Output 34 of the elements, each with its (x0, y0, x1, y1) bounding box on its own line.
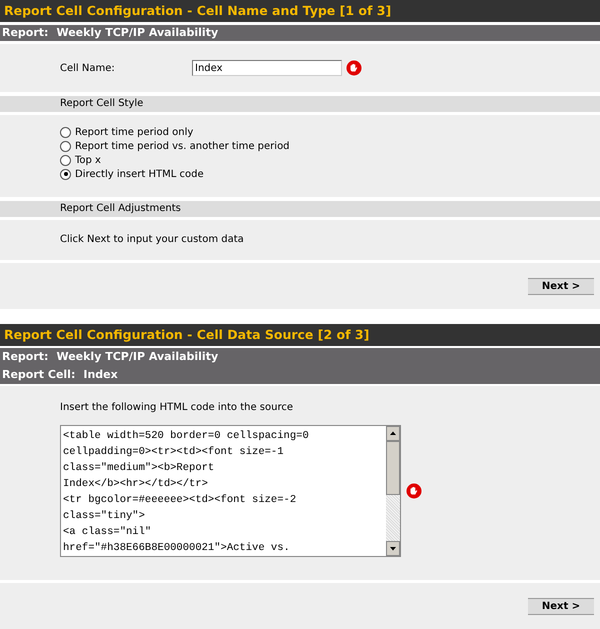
section-title: Report Cell Configuration - Cell Data Source [2 of 3] (0, 324, 600, 346)
required-hand-icon (406, 483, 422, 499)
hint-text: Click Next to input your custom data (60, 234, 244, 245)
radio-option[interactable]: Top x (60, 153, 600, 167)
scroll-down-icon[interactable] (386, 541, 400, 556)
option-label: Report time period only (75, 126, 194, 138)
scroll-thumb[interactable] (386, 441, 400, 495)
required-hand-icon (346, 60, 362, 76)
cell-name-field[interactable]: Index (192, 60, 342, 76)
info-value: Index (83, 368, 118, 381)
radio-button[interactable] (60, 126, 71, 138)
next-button[interactable]: Next > (528, 598, 594, 614)
info-value: Weekly TCP/IP Availability (56, 350, 218, 363)
radio-button[interactable] (60, 140, 71, 152)
code-field[interactable]: <table width=520 border=0 cellspacing=0 cellpadding=0><tr><td><font size=-1 class="medium"><b>Report Index</b><hr></td></tr> <tr bgcolor=#eeeeee><td><font size=-2 class="tiny"> <a class="nil" href="#h38E66B8E00000021">Active vs. (60, 425, 401, 557)
radio-button[interactable] (60, 154, 71, 166)
radio-option[interactable]: Report time period only (60, 125, 600, 139)
info-label: Report Cell: (2, 368, 76, 381)
section-header: Report Cell Adjustments (0, 201, 600, 217)
next-button[interactable]: Next > (528, 278, 594, 294)
radio-option[interactable]: Directly insert HTML code (60, 167, 600, 181)
option-label: Report time period vs. another time period (75, 140, 290, 152)
radio-option[interactable]: Report time period vs. another time period (60, 139, 600, 153)
instruction-text: Insert the following HTML code into the source (60, 402, 294, 413)
scroll-up-icon[interactable] (386, 426, 400, 441)
section-title: Report Cell Configuration - Cell Name and Type [1 of 3] (0, 0, 600, 22)
radio-button[interactable] (60, 168, 71, 180)
info-label: Report: (2, 26, 48, 39)
field-label: Cell Name: (59, 62, 116, 74)
section-header: Report Cell Style (0, 96, 600, 112)
info-label: Report: (2, 350, 48, 363)
option-label: Directly insert HTML code (75, 168, 204, 180)
option-label: Top x (75, 154, 101, 166)
info-value: Weekly TCP/IP Availability (56, 26, 218, 39)
